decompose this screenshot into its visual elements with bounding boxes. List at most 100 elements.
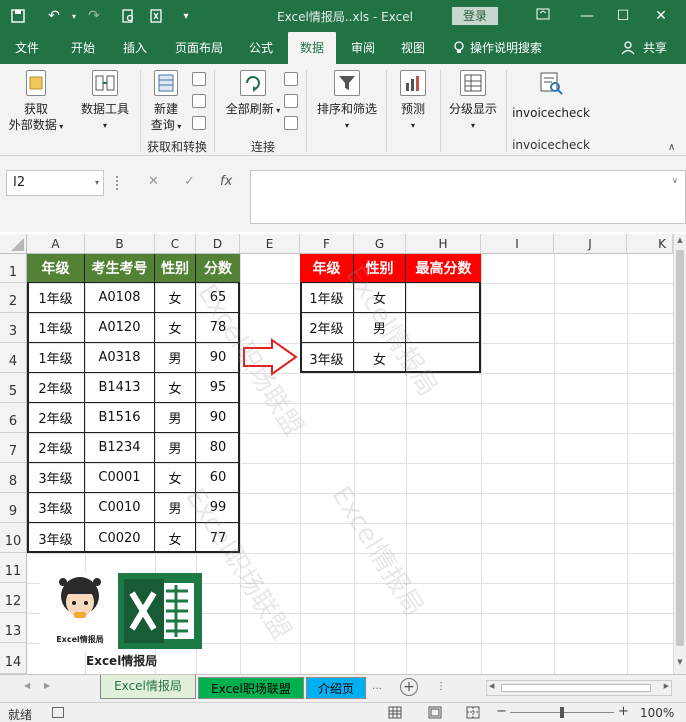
page-break-view-icon[interactable] [466,706,480,719]
column-header[interactable]: H [406,234,481,254]
table-cell[interactable]: 2年级 [300,313,354,343]
table-cell[interactable]: C0010 [85,493,155,523]
show-queries-icon[interactable] [192,72,206,86]
refresh-all-button[interactable]: 全部刷新 ▾ [222,68,284,136]
name-box[interactable]: I2 ▾ [6,170,104,196]
row-header[interactable]: 3 [0,313,27,343]
table-header-cell[interactable]: 性别 [155,254,196,283]
horizontal-scrollbar[interactable]: ◀ ▶ [486,680,672,696]
sheet-tab-excel-alliance[interactable]: Excel职场联盟 [198,677,304,699]
connections-icon[interactable] [284,72,298,86]
horizontal-scroll-thumb[interactable] [501,684,651,692]
zoom-in-icon[interactable]: + [618,704,629,719]
login-button[interactable]: 登录 [452,7,498,25]
row-header[interactable]: 12 [0,583,27,613]
minimize-icon[interactable]: — [574,4,600,28]
share-button[interactable]: 共享 [640,32,670,64]
scroll-right-icon[interactable]: ▶ [664,682,669,690]
tab-review[interactable]: 审阅 [342,32,384,64]
table-cell[interactable]: 3年级 [300,343,354,373]
zoom-level[interactable]: 100% [640,706,674,720]
table-cell[interactable]: C0001 [85,463,155,493]
page-layout-view-icon[interactable] [428,706,442,719]
edit-links-icon[interactable] [284,116,298,130]
table-cell[interactable]: A0108 [85,283,155,313]
table-cell[interactable]: 女 [155,283,196,313]
row-header[interactable]: 10 [0,523,27,553]
tab-data[interactable]: 数据 [288,32,336,64]
row-header[interactable]: 1 [0,254,27,283]
row-header[interactable]: 6 [0,403,27,433]
table-cell[interactable]: 2年级 [27,373,85,403]
table-cell[interactable]: 女 [155,373,196,403]
column-header[interactable]: F [300,234,354,254]
tab-split-icon[interactable]: ⋮ [436,681,446,692]
table-cell[interactable]: 3年级 [27,523,85,553]
table-cell[interactable]: A0318 [85,343,155,373]
scroll-left-icon[interactable]: ◀ [489,682,494,690]
table-cell[interactable]: B1516 [85,403,155,433]
table-cell[interactable]: 2年级 [27,433,85,463]
column-header[interactable]: A [27,234,85,254]
scroll-thumb[interactable] [676,250,684,646]
data-tools-button[interactable]: 数据工具 ▾ [74,68,136,136]
table-cell[interactable]: 90 [196,403,240,433]
row-header[interactable]: 13 [0,613,27,643]
row-header[interactable]: 8 [0,463,27,493]
sheet-tab-excel-bureau[interactable]: Excel情报局 [100,675,196,699]
recent-sources-icon[interactable] [192,116,206,130]
column-header[interactable]: G [354,234,406,254]
column-header[interactable]: B [85,234,155,254]
excel-file-icon[interactable] [146,6,166,26]
tab-view[interactable]: 视图 [392,32,434,64]
from-table-icon[interactable] [192,94,206,108]
tab-home[interactable]: 开始 [62,32,104,64]
print-preview-icon[interactable] [118,6,138,26]
table-cell[interactable]: 女 [155,463,196,493]
scroll-down-icon[interactable]: ▼ [674,658,686,666]
customize-toolbar-icon[interactable]: ▾ [176,6,196,26]
cancel-icon[interactable]: ✕ [148,174,159,189]
table-cell[interactable]: 3年级 [27,493,85,523]
zoom-out-icon[interactable]: − [496,704,507,719]
normal-view-icon[interactable] [388,706,402,719]
redo-icon[interactable]: ↷ [84,6,104,26]
maximize-icon[interactable]: ☐ [610,4,636,28]
table-header-cell[interactable]: 最高分数 [406,254,481,283]
get-external-data-button[interactable]: 获取 外部数据 ▾ [4,68,68,136]
zoom-slider-thumb[interactable] [560,707,564,718]
expand-formula-icon[interactable]: ∨ [672,176,678,185]
column-header[interactable]: K [627,234,673,254]
column-header[interactable]: J [554,234,627,254]
sort-filter-button[interactable]: 排序和筛选 ▾ [312,68,382,136]
new-query-button[interactable]: 新建 查询 ▾ [144,68,188,136]
row-header[interactable]: 9 [0,493,27,523]
invoicecheck-button[interactable]: invoicecheck [510,68,592,124]
macro-record-icon[interactable] [52,707,64,718]
ribbon-display-icon[interactable] [530,4,556,28]
properties-icon[interactable] [284,94,298,108]
table-cell[interactable]: 男 [155,433,196,463]
save-icon[interactable] [8,6,28,26]
row-header[interactable]: 11 [0,553,27,583]
next-sheet-icon[interactable]: ▶ [44,681,50,690]
table-cell[interactable]: B1413 [85,373,155,403]
vertical-scrollbar[interactable]: ▲ ▼ [673,234,686,674]
tab-insert[interactable]: 插入 [114,32,156,64]
undo-dropdown-icon[interactable]: ▾ [64,6,84,26]
column-header[interactable]: D [196,234,240,254]
table-cell[interactable]: 男 [155,343,196,373]
table-cell[interactable]: C0020 [85,523,155,553]
table-cell[interactable]: 2年级 [27,403,85,433]
outline-button[interactable]: 分级显示 ▾ [444,68,502,136]
table-header-cell[interactable]: 考生考号 [85,254,155,283]
table-cell[interactable]: 女 [155,523,196,553]
tab-more-icon[interactable]: … [372,681,382,692]
enter-icon[interactable]: ✓ [184,174,195,189]
undo-icon[interactable]: ↶ [44,6,64,26]
table-cell[interactable]: 3年级 [27,463,85,493]
new-sheet-icon[interactable]: + [400,678,418,696]
table-cell[interactable]: 1年级 [27,343,85,373]
scroll-up-icon[interactable]: ▲ [674,236,686,244]
tab-page-layout[interactable]: 页面布局 [170,32,228,64]
